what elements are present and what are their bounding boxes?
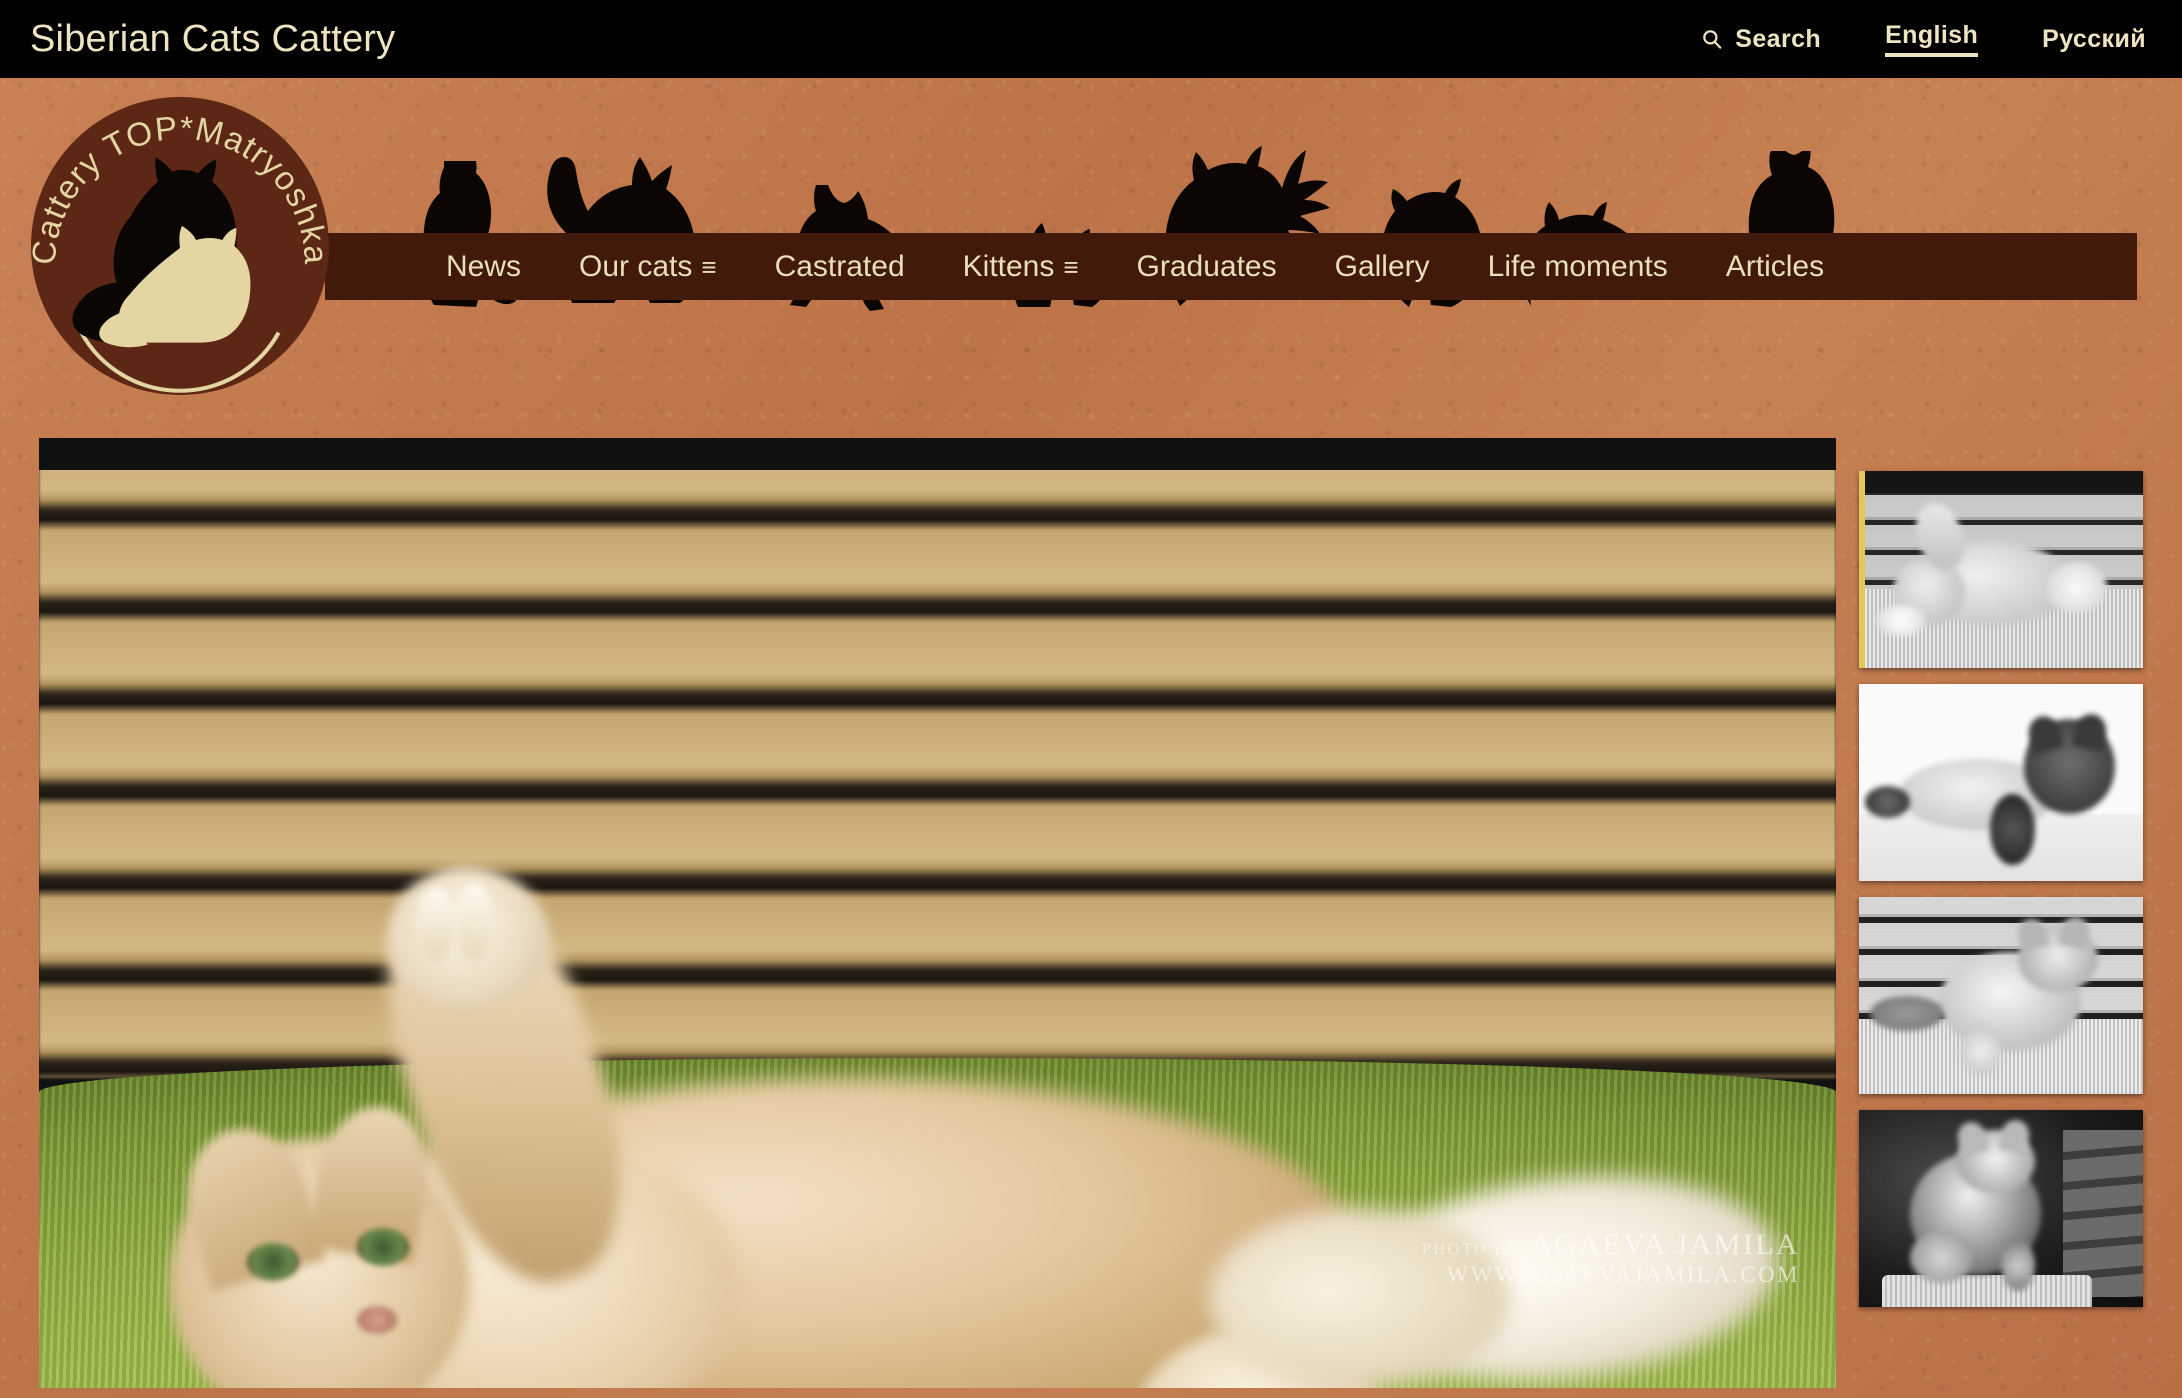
nav-label: Gallery — [1334, 249, 1430, 283]
ginger-cat — [39, 438, 1836, 1388]
thumbnail-2[interactable] — [1859, 684, 2143, 881]
thumbnail-1-scene — [1865, 471, 2143, 668]
nav-item-articles[interactable]: Articles — [1697, 250, 1853, 284]
nav-label: Our cats — [579, 249, 693, 283]
thumbnail-4[interactable] — [1859, 1110, 2143, 1307]
nav-item-our-cats[interactable]: Our cats ≡ — [550, 250, 746, 284]
thumbnail-3-scene — [1859, 897, 2143, 1094]
hero-image-scene: PHOTO BY AGAEVA JAMILA WWW.AGAEVAJAMILA.… — [39, 438, 1836, 1388]
language-russian[interactable]: Русский — [2042, 25, 2146, 54]
nav-label: Kittens — [962, 249, 1055, 283]
logo-badge[interactable]: Cattery TOP*Matryoshka — [26, 95, 333, 397]
language-russian-label: Русский — [2042, 24, 2146, 53]
site-title: Siberian Cats Cattery — [30, 17, 396, 60]
thumbnail-rail — [1859, 471, 2143, 1307]
thumbnail-1[interactable] — [1859, 471, 2143, 668]
language-english-label: English — [1885, 21, 1979, 49]
nav-label: Graduates — [1136, 249, 1277, 283]
nav-item-kittens[interactable]: Kittens ≡ — [934, 250, 1108, 284]
top-bar: Siberian Cats Cattery Search English Рус… — [0, 0, 2182, 78]
search-button[interactable]: Search — [1701, 25, 1821, 54]
search-icon — [1701, 28, 1723, 50]
nav-item-news[interactable]: News — [417, 250, 550, 284]
language-english[interactable]: English — [1885, 21, 1979, 57]
submenu-hamburger-icon: ≡ — [701, 251, 717, 282]
page-root: Siberian Cats Cattery Search English Рус… — [0, 0, 2182, 1398]
top-bar-right-group: Search English Русский — [1701, 21, 2146, 57]
hero-image[interactable]: PHOTO BY AGAEVA JAMILA WWW.AGAEVAJAMILA.… — [39, 438, 1836, 1388]
submenu-hamburger-icon: ≡ — [1063, 251, 1079, 282]
nav-item-gallery[interactable]: Gallery — [1306, 250, 1459, 284]
nav-item-life-moments[interactable]: Life moments — [1459, 250, 1697, 284]
nav-label: Articles — [1725, 249, 1825, 283]
main-navigation: News Our cats ≡ Castrated Kittens ≡ Grad… — [325, 233, 2137, 300]
thumbnail-2-scene — [1859, 684, 2143, 881]
nav-item-graduates[interactable]: Graduates — [1108, 250, 1306, 284]
nav-label: Life moments — [1487, 249, 1668, 283]
search-label: Search — [1735, 24, 1822, 53]
thumbnail-3[interactable] — [1859, 897, 2143, 1094]
nav-label: Castrated — [774, 249, 905, 283]
nav-label: News — [446, 249, 522, 283]
nav-item-castrated[interactable]: Castrated — [746, 250, 934, 284]
thumbnail-4-scene — [1859, 1110, 2143, 1307]
